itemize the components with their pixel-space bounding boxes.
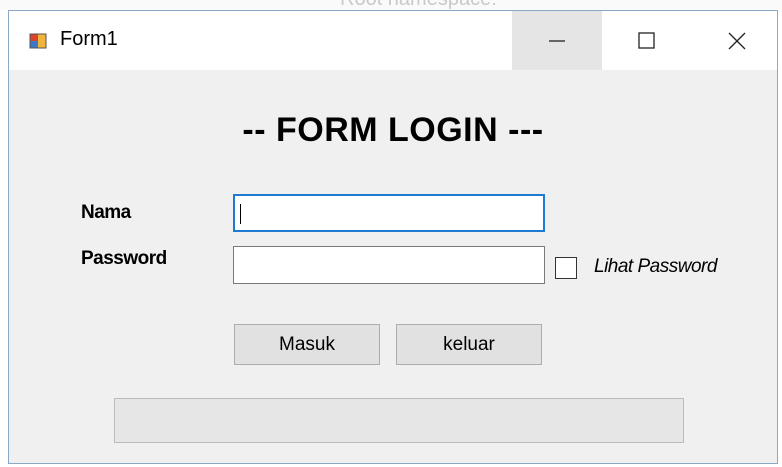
keluar-button[interactable]: keluar [396,324,542,365]
show-password-label[interactable]: Lihat Password [594,256,717,278]
form1-window: Form1 -- FORM LOGIN --- Nama Password Li… [8,10,778,464]
form-heading: -- FORM LOGIN --- [242,111,544,149]
winforms-app-icon [29,33,47,49]
nama-label: Nama [81,202,131,223]
maximize-button[interactable] [602,11,692,70]
login-progress-bar [114,398,684,443]
close-icon [728,32,746,49]
password-input[interactable] [233,246,545,284]
minimize-icon [549,39,565,42]
minimize-button[interactable] [512,11,602,70]
show-password-checkbox[interactable] [555,257,577,279]
maximize-icon [638,31,655,49]
title-bar[interactable]: Form1 [9,11,777,70]
background-partial-text: Root namespace: [340,0,497,10]
masuk-button[interactable]: Masuk [234,324,380,365]
background-window: Root namespace: [0,0,782,10]
window-title: Form1 [60,28,118,50]
password-label: Password [81,248,167,269]
nama-input[interactable] [233,194,545,232]
close-button[interactable] [692,11,782,70]
text-caret [240,204,241,224]
